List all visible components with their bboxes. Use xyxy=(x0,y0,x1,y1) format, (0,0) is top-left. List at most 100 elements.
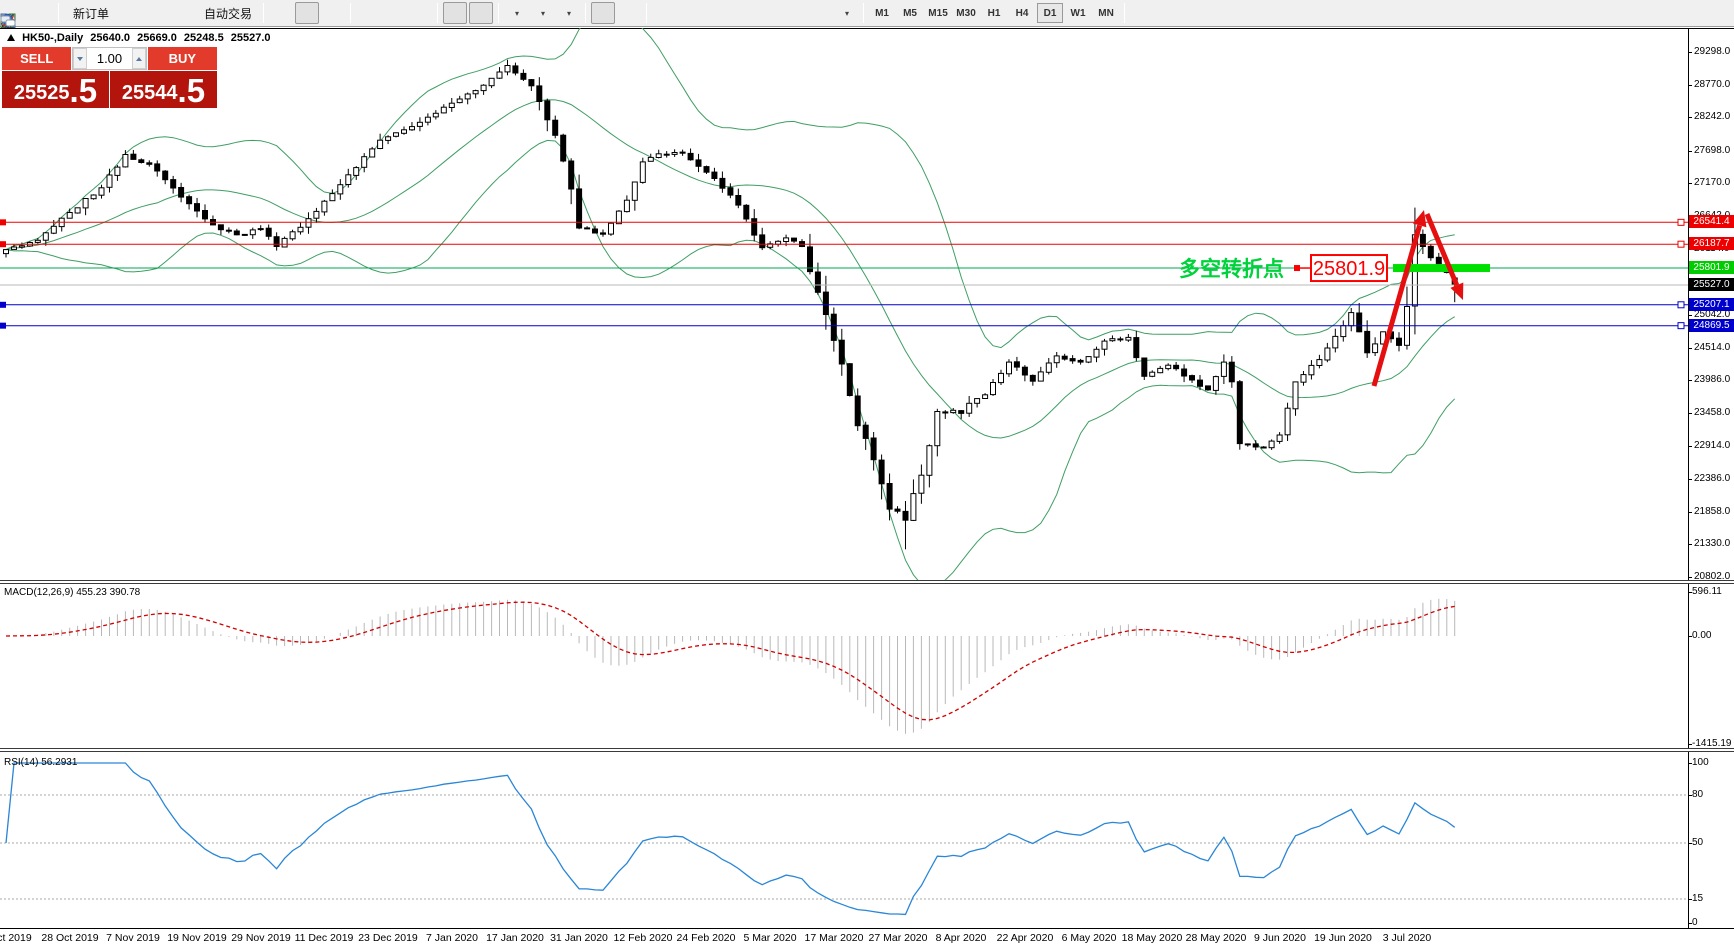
macd-signal-value: 390.78 xyxy=(110,587,141,598)
volume-increase-button[interactable] xyxy=(132,48,146,69)
cursor-button[interactable] xyxy=(591,2,615,24)
auto-trading-button[interactable]: 自动交易 xyxy=(195,2,258,24)
rsi-axis-value: 15 xyxy=(1692,893,1703,904)
rsi-value: 56.2931 xyxy=(41,757,77,768)
sell-price-frac: .5 xyxy=(70,76,98,106)
horizontal-line-button[interactable] xyxy=(678,2,702,24)
sell-button[interactable]: SELL xyxy=(2,47,71,70)
new-order-label: 新订单 xyxy=(73,5,109,22)
collapse-icon[interactable] xyxy=(7,34,15,41)
sell-price[interactable]: 25525 .5 xyxy=(2,71,109,108)
chart-title: HK50-,Daily 25640.0 25669.0 25248.5 2552… xyxy=(7,32,275,44)
toolbar-separator xyxy=(646,3,647,23)
price-level-label: 24869.5 xyxy=(1689,319,1734,332)
chart-shift-button[interactable] xyxy=(469,2,493,24)
rsi-axis-value: 80 xyxy=(1692,789,1703,800)
metaeditor-button[interactable] xyxy=(117,2,141,24)
price-tick-mark xyxy=(1688,380,1692,381)
timeframe-d1[interactable]: D1 xyxy=(1037,3,1063,23)
toolbar-separator xyxy=(350,3,351,23)
vertical-line-button[interactable] xyxy=(652,2,676,24)
dropdown-caret-icon: ▾ xyxy=(845,9,849,18)
bar-chart-button[interactable] xyxy=(269,2,293,24)
sell-price-main: 25525 xyxy=(14,80,70,106)
chart-bottom-border xyxy=(0,928,1734,929)
text-button[interactable]: A xyxy=(782,2,806,24)
crosshair-button[interactable] xyxy=(617,2,641,24)
macd-axis-value: 0.00 xyxy=(1692,630,1711,641)
date-label: 3 Jul 2020 xyxy=(1367,932,1447,944)
zoom-out-button[interactable] xyxy=(382,2,406,24)
price-tick-mark xyxy=(1688,577,1692,578)
timeframe-mn[interactable]: MN xyxy=(1093,3,1119,23)
mt4-window: 新订单 自动交易 ▾ ▾ ▾ EFAT ▾ M1M5M15M30H1H4D1W1MN 2580… xyxy=(0,0,1734,949)
toolbar-separator xyxy=(437,3,438,23)
fibonacci-button[interactable]: F xyxy=(756,2,780,24)
price-tick-mark xyxy=(1688,348,1692,349)
new-order-button[interactable]: 新订单 xyxy=(64,2,115,24)
buy-price[interactable]: 25544 .5 xyxy=(110,71,217,108)
indicators-button[interactable]: ▾ xyxy=(504,2,528,24)
dropdown-caret-icon: ▾ xyxy=(567,9,571,18)
main-chart-canvas[interactable]: 25801.9多空转折点 xyxy=(0,28,1688,580)
volume-decrease-button[interactable] xyxy=(73,48,87,69)
signal-button[interactable] xyxy=(169,2,193,24)
macd-main-value: 455.23 xyxy=(76,587,107,598)
volume-input[interactable] xyxy=(87,48,131,69)
templates-button[interactable]: ▾ xyxy=(556,2,580,24)
toolbar-separator xyxy=(58,3,59,23)
price-tick-mark xyxy=(1688,183,1692,184)
price-tick-mark xyxy=(1688,413,1692,414)
buy-price-main: 25544 xyxy=(122,80,178,106)
toolbar-separator xyxy=(863,3,864,23)
macd-label: MACD(12,26,9) 455.23 390.78 xyxy=(4,587,140,598)
periods-button[interactable]: ▾ xyxy=(530,2,554,24)
text-label-button[interactable]: T xyxy=(808,2,832,24)
toolbar-separator xyxy=(585,3,586,23)
line-chart-button[interactable] xyxy=(321,2,345,24)
timeframe-m5[interactable]: M5 xyxy=(897,3,923,23)
auto-trading-label: 自动交易 xyxy=(204,5,252,22)
ohlc-low: 25248.5 xyxy=(184,32,224,44)
arrows-button[interactable]: ▾ xyxy=(834,2,858,24)
price-tick: 23458.0 xyxy=(1694,407,1730,418)
trendline-button[interactable] xyxy=(704,2,728,24)
buy-button[interactable]: BUY xyxy=(148,47,217,70)
price-level-label: 26541.4 xyxy=(1689,215,1734,228)
price-level-label: 25207.1 xyxy=(1689,298,1734,311)
dropdown-caret-icon: ▾ xyxy=(541,9,545,18)
zoom-in-button[interactable] xyxy=(356,2,380,24)
tile-windows-button[interactable] xyxy=(408,2,432,24)
tester-button[interactable] xyxy=(143,2,167,24)
price-tick: 21858.0 xyxy=(1694,506,1730,517)
volume-stepper xyxy=(72,47,146,70)
price-tick: 27170.0 xyxy=(1694,177,1730,188)
auto-scroll-button[interactable] xyxy=(443,2,467,24)
price-tick: 22914.0 xyxy=(1694,440,1730,451)
search-button[interactable] xyxy=(1681,2,1705,24)
ohlc-high: 25669.0 xyxy=(137,32,177,44)
svg-text:25801.9: 25801.9 xyxy=(1313,258,1385,280)
timeframe-w1[interactable]: W1 xyxy=(1065,3,1091,23)
timeframe-m30[interactable]: M30 xyxy=(953,3,979,23)
price-tick-mark xyxy=(1688,315,1692,316)
rsi-panel-canvas[interactable] xyxy=(0,752,1688,928)
macd-panel-canvas[interactable] xyxy=(0,584,1688,748)
market-watch-button[interactable] xyxy=(29,2,53,24)
timeframe-m15[interactable]: M15 xyxy=(925,3,951,23)
price-tick: 21330.0 xyxy=(1694,538,1730,549)
price-tick: 20802.0 xyxy=(1694,571,1730,582)
price-tick: 29298.0 xyxy=(1694,46,1730,57)
rsi-axis-value: 0 xyxy=(1692,917,1698,928)
timeframe-m1[interactable]: M1 xyxy=(869,3,895,23)
price-tick: 28242.0 xyxy=(1694,111,1730,122)
timeframe-h4[interactable]: H4 xyxy=(1009,3,1035,23)
candlestick-button[interactable] xyxy=(295,2,319,24)
chat-button[interactable] xyxy=(1707,2,1731,24)
equidistant-channel-button[interactable]: E xyxy=(730,2,754,24)
price-tick: 24514.0 xyxy=(1694,342,1730,353)
timeframe-h1[interactable]: H1 xyxy=(981,3,1007,23)
price-level-label: 25801.9 xyxy=(1689,261,1734,274)
price-tick-mark xyxy=(1688,446,1692,447)
price-level-label: 26187.7 xyxy=(1689,237,1734,250)
